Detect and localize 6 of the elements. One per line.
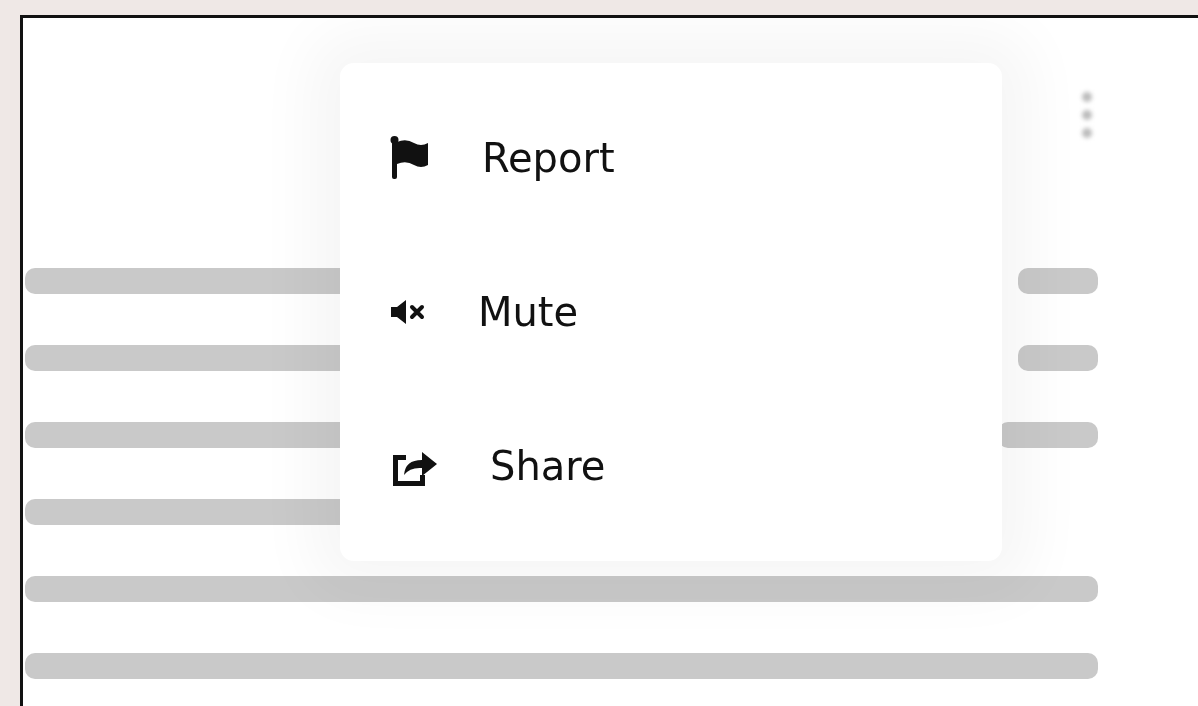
more-options-icon[interactable] (1080, 90, 1094, 140)
menu-item[interactable]: Mute (340, 282, 579, 342)
flag-icon (390, 136, 430, 180)
menu-item[interactable]: Share (340, 436, 606, 496)
menu-item[interactable]: Report (340, 128, 615, 188)
mute-icon (390, 299, 426, 325)
